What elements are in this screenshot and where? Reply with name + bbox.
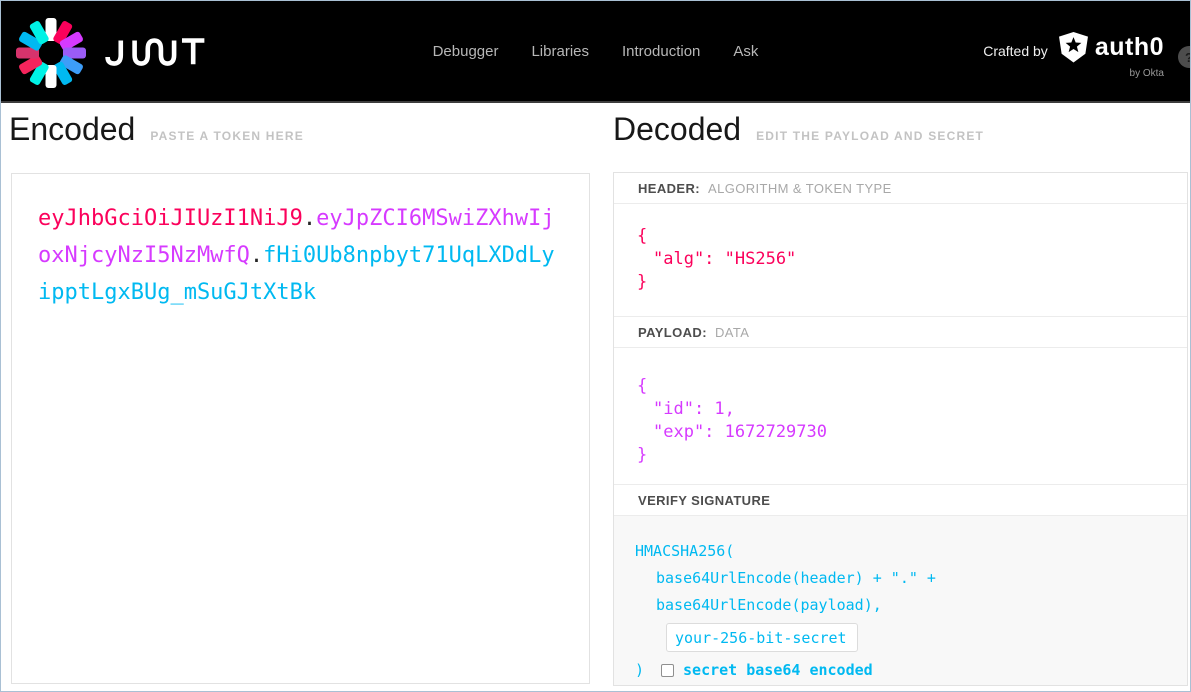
signature-closing-row: ) secret base64 encoded <box>635 657 1187 684</box>
nav-ask[interactable]: Ask <box>733 43 758 60</box>
closing-paren: ) <box>635 661 645 679</box>
decoded-panel: HEADER: ALGORITHM & TOKEN TYPE { "alg": … <box>613 172 1188 686</box>
decoded-payload-editor[interactable]: { "id": 1, "exp": 1672729730 } <box>614 348 1187 485</box>
secret-input[interactable] <box>666 623 858 652</box>
encoded-token-editor[interactable]: eyJhbGciOiJIUzI1NiJ9.eyJpZCI6MSwiZXhwIjo… <box>11 173 590 684</box>
verify-signature-area: HMACSHA256( base64UrlEncode(header) + ".… <box>614 516 1187 685</box>
json-line: "exp": 1672729730 <box>653 422 827 442</box>
decoded-subtitle: EDIT THE PAYLOAD AND SECRET <box>756 129 985 143</box>
crafted-by-label: Crafted by <box>983 43 1048 59</box>
token-header-segment: eyJhbGciOiJIUzI1NiJ9 <box>38 206 303 231</box>
encoded-title: Encoded <box>9 111 136 147</box>
payload-label: PAYLOAD: <box>638 324 707 340</box>
json-line: } <box>637 272 648 292</box>
payload-label-hint: DATA <box>714 324 750 340</box>
auth0-wordmark: auth0 <box>1094 32 1164 61</box>
header-label: HEADER: <box>638 180 701 196</box>
token-separator: . <box>249 243 264 268</box>
payload-section-label: PAYLOAD: DATA <box>614 317 1187 348</box>
auth0-logo-icon <box>1058 31 1088 62</box>
encoded-title-row: Encoded PASTE A TOKEN HERE <box>9 111 304 148</box>
decoded-title: Decoded <box>613 111 742 147</box>
encoded-subtitle: PASTE A TOKEN HERE <box>150 129 304 143</box>
by-okta-label: by Okta <box>1129 67 1164 79</box>
nav-libraries[interactable]: Libraries <box>531 43 589 60</box>
verify-signature-section-label: VERIFY SIGNATURE <box>614 485 1187 516</box>
json-line: } <box>637 445 648 465</box>
nav-introduction[interactable]: Introduction <box>622 43 700 60</box>
json-line: { <box>637 226 648 246</box>
json-line: "id": 1, <box>653 399 735 419</box>
json-line: { <box>637 376 648 396</box>
json-line: "alg": "HS256" <box>653 249 797 269</box>
encoded-token-text: eyJhbGciOiJIUzI1NiJ9.eyJpZCI6MSwiZXhwIjo… <box>38 200 561 311</box>
signature-code-line: base64UrlEncode(header) + "." + <box>656 569 936 587</box>
decoded-title-row: Decoded EDIT THE PAYLOAD AND SECRET <box>613 111 984 148</box>
signature-code-line: HMACSHA256( <box>635 542 735 560</box>
top-nav-bar: Debugger Libraries Introduction Ask Craf… <box>1 1 1190 103</box>
token-separator: . <box>302 206 317 231</box>
signature-code-line: base64UrlEncode(payload), <box>656 596 882 614</box>
decoded-header-editor[interactable]: { "alg": "HS256" } <box>614 204 1187 317</box>
crafted-by-auth0-link[interactable]: Crafted by auth0 by Okta <box>983 1 1164 101</box>
auth0-brand: auth0 by Okta <box>1058 31 1164 79</box>
header-label-hint: ALGORITHM & TOKEN TYPE <box>708 180 892 196</box>
jwt-io-debugger-page: Debugger Libraries Introduction Ask Craf… <box>0 0 1191 692</box>
verify-signature-label: VERIFY SIGNATURE <box>638 492 771 508</box>
header-section-label: HEADER: ALGORITHM & TOKEN TYPE <box>614 173 1187 204</box>
secret-base64-checkbox-label[interactable]: secret base64 encoded <box>683 657 873 684</box>
nav-debugger[interactable]: Debugger <box>433 43 499 60</box>
secret-base64-checkbox[interactable] <box>661 664 675 677</box>
